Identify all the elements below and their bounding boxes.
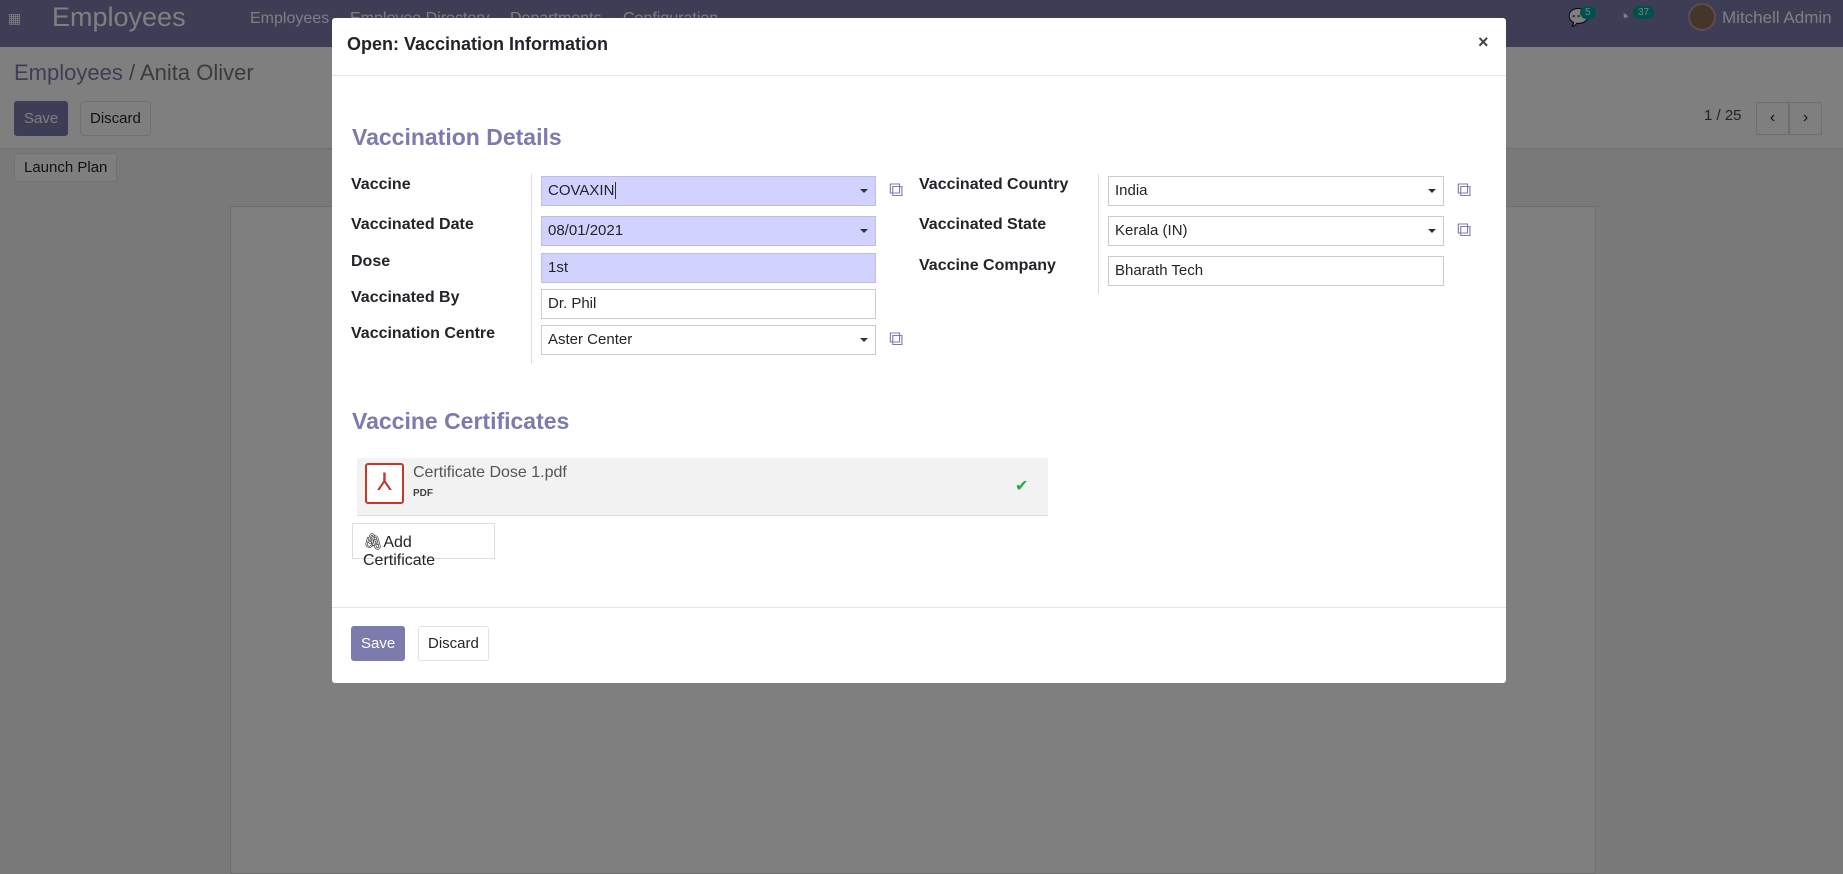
vaccine-company-field[interactable]: Bharath Tech xyxy=(1108,256,1444,286)
vaccinated-state-select[interactable]: Kerala (IN) xyxy=(1108,216,1444,246)
attachment-name[interactable]: Certificate Dose 1.pdf xyxy=(413,464,567,482)
vaccination-centre-select[interactable]: Aster Center xyxy=(541,325,876,355)
external-link-icon[interactable]: ⧉ xyxy=(889,328,913,350)
dose-field[interactable]: 1st xyxy=(541,253,876,283)
chevron-down-icon xyxy=(1428,229,1436,233)
vaccinated-country-label: Vaccinated Country xyxy=(919,176,1069,193)
column-divider xyxy=(531,174,532,364)
vaccinated-country-select[interactable]: India xyxy=(1108,176,1444,206)
chevron-down-icon xyxy=(1428,189,1436,193)
pdf-icon: ⅄ xyxy=(365,463,404,504)
vaccinated-by-label: Vaccinated By xyxy=(351,289,460,306)
external-link-icon[interactable]: ⧉ xyxy=(1457,219,1481,241)
vaccine-select[interactable]: COVAXIN xyxy=(541,176,876,206)
chevron-down-icon xyxy=(860,338,868,342)
vaccine-company-label: Vaccine Company xyxy=(919,257,1056,274)
dialog-title: Open: Vaccination Information xyxy=(347,34,609,54)
vaccinated-date-label: Vaccinated Date xyxy=(351,216,474,233)
vaccinated-state-label: Vaccinated State xyxy=(919,216,1047,233)
dialog-footer: Save Discard xyxy=(332,607,1506,683)
dialog-header: Open: Vaccination Information × xyxy=(332,18,1506,76)
vaccinated-by-field[interactable]: Dr. Phil xyxy=(541,289,876,319)
close-icon[interactable]: × xyxy=(1478,32,1489,53)
add-certificate-button[interactable]: 🖇Add Certificate xyxy=(352,523,495,569)
vaccination-centre-label: Vaccination Centre xyxy=(351,325,496,342)
vaccination-dialog: Open: Vaccination Information × Vaccinat… xyxy=(332,18,1506,683)
vaccine-label: Vaccine xyxy=(351,176,411,193)
external-link-icon[interactable]: ⧉ xyxy=(889,179,913,201)
vaccinated-date-field[interactable]: 08/01/2021 xyxy=(541,216,876,246)
dialog-discard-button[interactable]: Discard xyxy=(418,626,489,661)
section-vaccine-certificates: Vaccine Certificates xyxy=(352,408,570,434)
vaccinated-date-value: 08/01/2021 xyxy=(548,222,624,239)
check-icon: ✔ xyxy=(1015,478,1029,495)
attachment-extension: PDF xyxy=(413,488,433,499)
paperclip-icon: 🖇 xyxy=(363,534,384,551)
vaccine-value: COVAXIN xyxy=(548,182,615,199)
attachment-card[interactable]: ⅄ Certificate Dose 1.pdf PDF ✔ xyxy=(357,458,1048,516)
vaccination-centre-value: Aster Center xyxy=(548,331,633,348)
dose-label: Dose xyxy=(351,253,391,270)
external-link-icon[interactable]: ⧉ xyxy=(1457,179,1481,201)
column-divider xyxy=(1098,174,1099,294)
chevron-down-icon xyxy=(860,189,868,193)
dialog-save-button[interactable]: Save xyxy=(351,626,406,661)
vaccinated-state-value: Kerala (IN) xyxy=(1115,222,1188,239)
section-vaccination-details: Vaccination Details xyxy=(352,124,562,150)
vaccinated-country-value: India xyxy=(1115,182,1148,199)
chevron-down-icon xyxy=(860,229,868,233)
